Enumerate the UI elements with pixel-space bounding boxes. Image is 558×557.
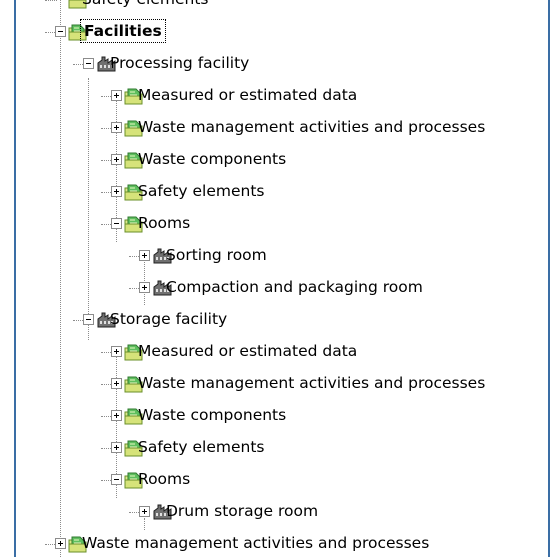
tree-item[interactable]: Compaction and packaging room xyxy=(0,272,548,304)
tree-connector xyxy=(45,0,57,1)
left-border xyxy=(14,0,16,557)
expand-icon[interactable] xyxy=(111,186,122,197)
expand-icon[interactable] xyxy=(111,410,122,421)
tree-item[interactable]: Rooms xyxy=(0,464,548,496)
tree-item-label: Safety elements xyxy=(138,438,265,456)
expand-icon[interactable] xyxy=(139,282,150,293)
tree-item[interactable]: Rooms xyxy=(0,208,548,240)
tree-item[interactable]: Measured or estimated data xyxy=(0,80,548,112)
tree-item-label: Waste management activities and processe… xyxy=(82,534,430,552)
expand-icon[interactable] xyxy=(55,538,66,549)
tree-item[interactable]: Safety elements xyxy=(0,0,548,16)
collapse-icon[interactable] xyxy=(111,218,122,229)
tree-item-label: Compaction and packaging room xyxy=(166,278,423,296)
tree-item-label: Sorting room xyxy=(166,246,267,264)
tree-item-label: Waste management activities and processe… xyxy=(138,374,486,392)
right-border xyxy=(548,0,550,557)
tree-item-label: Rooms xyxy=(138,214,191,232)
collapse-icon[interactable] xyxy=(55,26,66,37)
tree-item[interactable]: Sorting room xyxy=(0,240,548,272)
tree-item-label: Storage facility xyxy=(110,310,228,328)
tree-item[interactable]: Waste management activities and processe… xyxy=(0,112,548,144)
tree-item[interactable]: Waste management activities and processe… xyxy=(0,528,548,557)
tree-item-label: Drum storage room xyxy=(166,502,319,520)
expand-icon[interactable] xyxy=(111,442,122,453)
tree-item[interactable]: Safety elements xyxy=(0,176,548,208)
expand-icon[interactable] xyxy=(111,122,122,133)
tree-item[interactable]: Drum storage room xyxy=(0,496,548,528)
tree-item-label: Processing facility xyxy=(110,54,250,72)
expand-icon[interactable] xyxy=(111,378,122,389)
expand-icon[interactable] xyxy=(111,346,122,357)
expand-icon[interactable] xyxy=(139,506,150,517)
collapse-icon[interactable] xyxy=(83,314,94,325)
collapse-icon[interactable] xyxy=(111,474,122,485)
tree-item-label: Rooms xyxy=(138,470,191,488)
expand-icon[interactable] xyxy=(111,90,122,101)
tree-item-label: Waste management activities and processe… xyxy=(138,118,486,136)
tree-item-label: Safety elements xyxy=(82,0,209,9)
tree-item-label: Waste components xyxy=(138,150,287,168)
tree-item[interactable]: Facilities xyxy=(0,16,548,48)
tree-item[interactable]: Waste components xyxy=(0,400,548,432)
tree-item[interactable]: Storage facility xyxy=(0,304,548,336)
tree-item[interactable]: Safety elements xyxy=(0,432,548,464)
tree-item[interactable]: Waste components xyxy=(0,144,548,176)
tree-item-label: Measured or estimated data xyxy=(138,86,358,104)
expand-icon[interactable] xyxy=(111,154,122,165)
tree-item-label: Waste components xyxy=(138,406,287,424)
tree-item[interactable]: Waste management activities and processe… xyxy=(0,368,548,400)
tree-item-label: Facilities xyxy=(80,19,166,43)
tree-item[interactable]: Processing facility xyxy=(0,48,548,80)
tree-view[interactable]: Safety elements Facilities Processing faci… xyxy=(0,0,548,557)
tree-item-label: Safety elements xyxy=(138,182,265,200)
tree-item[interactable]: Measured or estimated data xyxy=(0,336,548,368)
tree-item-label: Measured or estimated data xyxy=(138,342,358,360)
expand-icon[interactable] xyxy=(139,250,150,261)
collapse-icon[interactable] xyxy=(83,58,94,69)
